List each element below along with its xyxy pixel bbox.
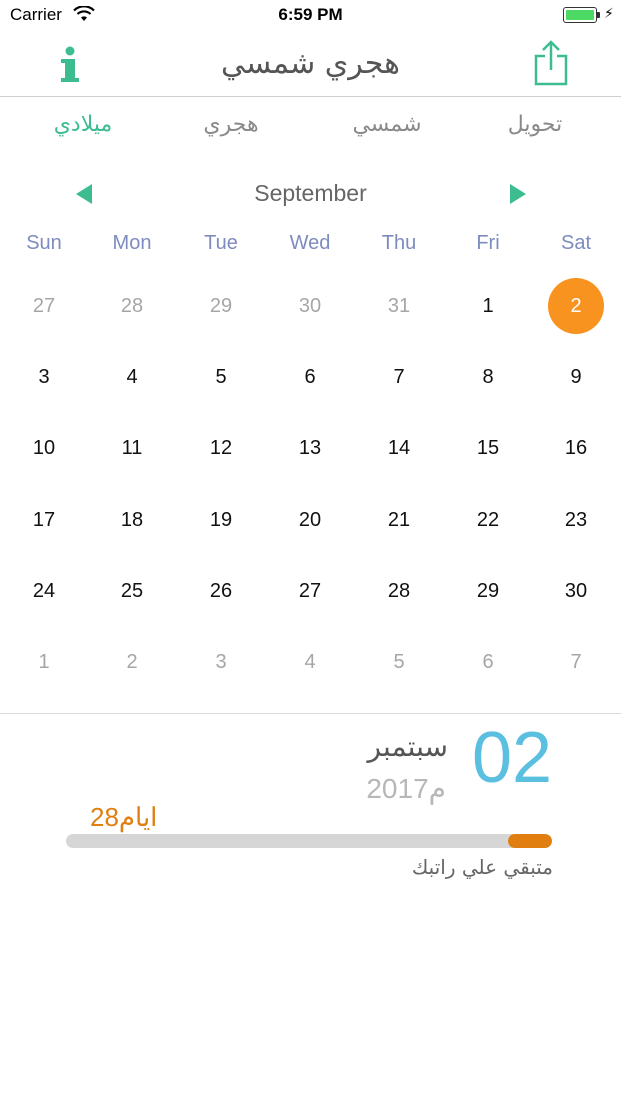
day-cell[interactable]: 19 <box>193 492 249 548</box>
adjacent-month-day-cell[interactable]: 31 <box>371 278 427 334</box>
day-cell[interactable]: 25 <box>104 563 160 619</box>
day-cell[interactable]: 24 <box>16 563 72 619</box>
adjacent-month-day-cell[interactable]: 27 <box>16 278 72 334</box>
day-cell[interactable]: 18 <box>104 492 160 548</box>
day-cell[interactable]: 16 <box>548 420 604 476</box>
day-cell[interactable]: 10 <box>16 420 72 476</box>
status-time: 6:59 PM <box>278 5 343 24</box>
day-cell[interactable]: 28 <box>371 563 427 619</box>
adjacent-month-day-cell[interactable]: 4 <box>282 634 338 690</box>
adjacent-month-day-cell[interactable]: 3 <box>193 634 249 690</box>
day-cell[interactable]: 17 <box>16 492 72 548</box>
adjacent-month-day-cell[interactable]: 29 <box>193 278 249 334</box>
day-cell[interactable]: 5 <box>193 349 249 405</box>
adjacent-month-day-cell[interactable]: 2 <box>104 634 160 690</box>
weekday-wed: Wed <box>289 232 331 254</box>
adjacent-month-day-cell[interactable]: 30 <box>282 278 338 334</box>
day-cell[interactable]: 8 <box>460 349 516 405</box>
day-cell[interactable]: 15 <box>460 420 516 476</box>
battery-tip <box>597 12 600 18</box>
remaining-until-salary-label: متبقي علي راتبك <box>411 855 553 879</box>
day-cell[interactable]: 14 <box>371 420 427 476</box>
day-cell[interactable]: 3 <box>16 349 72 405</box>
weekday-sat: Sat <box>560 232 592 254</box>
share-icon[interactable] <box>532 40 570 86</box>
day-cell[interactable]: 1 <box>460 278 516 334</box>
page-title: هجري شمسي <box>220 46 400 81</box>
selected-month-name: سبتمبر <box>367 730 448 763</box>
tab-gregorian[interactable]: ميلادي <box>32 112 134 137</box>
tab-hijri[interactable]: هجري <box>180 112 282 137</box>
weekday-fri: Fri <box>476 232 500 254</box>
day-cell[interactable]: 23 <box>548 492 604 548</box>
day-cell[interactable]: 30 <box>548 563 604 619</box>
weekday-mon: Mon <box>112 232 152 254</box>
battery-icon <box>563 7 597 23</box>
day-cell[interactable]: 11 <box>104 420 160 476</box>
day-cell[interactable]: 12 <box>193 420 249 476</box>
weekday-thu: Thu <box>381 232 417 254</box>
day-cell[interactable]: 9 <box>548 349 604 405</box>
day-cell[interactable]: 6 <box>282 349 338 405</box>
day-cell[interactable]: 27 <box>282 563 338 619</box>
next-month-icon[interactable] <box>506 180 530 208</box>
weekday-header-row: Sun Mon Tue Wed Thu Fri Sat <box>0 232 621 262</box>
day-cell[interactable]: 4 <box>104 349 160 405</box>
days-left-label: 28ايام <box>90 802 158 832</box>
salary-progress-bar <box>66 834 552 848</box>
weekday-sun: Sun <box>26 232 62 254</box>
calendar-grid: 27 28 29 30 31 1 2 3 4 5 6 7 8 9 10 11 12 13 14 15 16 17 18 19 2… <box>0 270 621 700</box>
day-cell[interactable]: 22 <box>460 492 516 548</box>
status-bar: Carrier 6:59 PM ⚡ <box>0 0 621 32</box>
day-cell[interactable]: 29 <box>460 563 516 619</box>
adjacent-month-day-cell[interactable]: 28 <box>104 278 160 334</box>
weekday-tue: Tue <box>204 232 238 254</box>
day-cell[interactable]: 13 <box>282 420 338 476</box>
selected-year: 2017م <box>366 773 446 804</box>
adjacent-month-day-cell[interactable]: 1 <box>16 634 72 690</box>
day-cell[interactable]: 20 <box>282 492 338 548</box>
charging-icon: ⚡ <box>604 6 614 22</box>
adjacent-month-day-cell[interactable]: 7 <box>548 634 604 690</box>
selected-day-number: 02 <box>472 718 553 798</box>
tab-solar[interactable]: شمسي <box>336 112 438 137</box>
salary-progress-fill <box>508 834 552 848</box>
adjacent-month-day-cell[interactable]: 6 <box>460 634 516 690</box>
selected-day-cell[interactable]: 2 <box>548 278 604 334</box>
divider <box>0 713 621 714</box>
day-cell[interactable]: 7 <box>371 349 427 405</box>
day-cell[interactable]: 26 <box>193 563 249 619</box>
day-cell[interactable]: 21 <box>371 492 427 548</box>
nav-bar: هجري شمسي <box>0 32 621 97</box>
tab-convert[interactable]: تحويل <box>484 112 586 137</box>
adjacent-month-day-cell[interactable]: 5 <box>371 634 427 690</box>
month-navigation: September <box>0 176 621 212</box>
